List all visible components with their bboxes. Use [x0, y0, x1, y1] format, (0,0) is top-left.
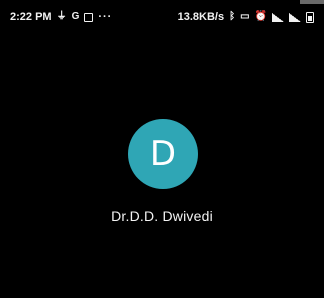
vibrate-icon: ▭ — [240, 11, 250, 22]
usb-icon: ⏚ — [56, 11, 67, 22]
avatar-initial: D — [149, 134, 177, 174]
status-bar-left: 2:22 PM ⏚ G ··· — [10, 11, 112, 23]
contact-avatar[interactable]: D — [128, 119, 198, 189]
google-icon: G — [71, 11, 80, 22]
overflow-dots: ··· — [98, 11, 113, 23]
status-bar-right: 13.8KB/s ᛒ ▭ ⏰ — [178, 11, 314, 23]
sim-signal-icon — [272, 12, 284, 22]
bluetooth-icon: ᛒ — [229, 11, 236, 22]
wifi-icon — [289, 12, 301, 22]
alarm-icon: ⏰ — [254, 11, 267, 22]
screen-edge-glint — [300, 0, 324, 4]
status-time: 2:22 PM — [10, 11, 52, 23]
status-bar: 2:22 PM ⏚ G ··· 13.8KB/s ᛒ ▭ ⏰ — [0, 0, 324, 34]
notification-box-icon — [84, 12, 94, 22]
battery-icon — [306, 11, 314, 23]
network-speed: 13.8KB/s — [177, 11, 225, 23]
contact-name: Dr.D.D. Dwivedi — [111, 208, 213, 224]
